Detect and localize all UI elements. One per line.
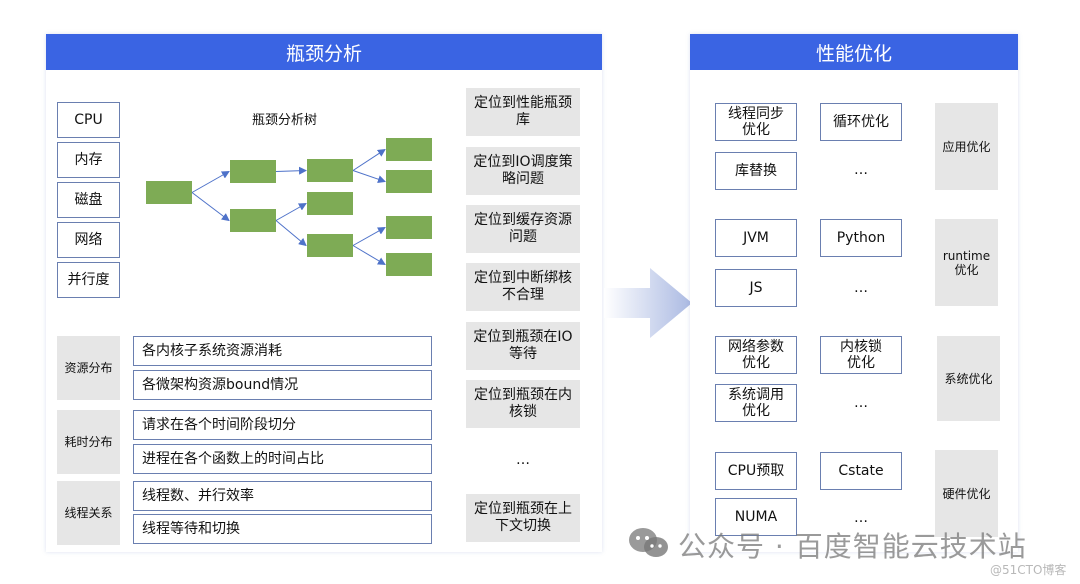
- opt-item: Python: [820, 219, 902, 257]
- tree-title: 瓶颈分析树: [252, 113, 318, 128]
- resource-network: 网络: [57, 222, 120, 258]
- locate-item: 定位到性能瓶颈库: [466, 88, 580, 136]
- watermark-text: 公众号 · 百度智能云技术站: [678, 530, 1027, 563]
- group-label-time: 耗时分布: [57, 410, 120, 474]
- group-item: 各微架构资源bound情况: [133, 370, 432, 400]
- group-item: 各内核子系统资源消耗: [133, 336, 432, 366]
- group-item: 请求在各个时间阶段切分: [133, 410, 432, 440]
- group-item: 线程等待和切换: [133, 514, 432, 544]
- tree-node-l1-top: [230, 160, 276, 183]
- locate-item: 定位到缓存资源问题: [466, 205, 580, 253]
- opt-item: 循环优化: [820, 103, 902, 141]
- opt-item: 系统调用优化: [715, 384, 797, 422]
- locate-item: 定位到中断绑核不合理: [466, 263, 580, 311]
- bottleneck-tree: [146, 138, 432, 276]
- bottleneck-analysis-title: 瓶颈分析: [46, 34, 602, 70]
- locate-item: 定位到瓶颈在上下文切换: [466, 494, 580, 542]
- tree-node-l2-a: [307, 159, 353, 182]
- tree-edge: [352, 245, 386, 266]
- tree-edge: [191, 171, 230, 193]
- locate-ellipsis: …: [516, 452, 530, 468]
- tree-edge: [191, 192, 230, 222]
- section-label-system: 系统优化: [937, 336, 1000, 421]
- group-label-thread: 线程关系: [57, 481, 120, 545]
- opt-ellipsis: …: [854, 395, 868, 411]
- section-label-app: 应用优化: [935, 103, 998, 190]
- opt-ellipsis: …: [854, 280, 868, 296]
- group-item: 线程数、并行效率: [133, 481, 432, 511]
- locate-item: 定位到IO调度策略问题: [466, 147, 580, 195]
- wechat-icon: [629, 528, 668, 557]
- tree-node-l3-c2: [386, 253, 432, 276]
- group-item: 进程在各个函数上的时间占比: [133, 444, 432, 474]
- opt-item: CPU预取: [715, 452, 797, 490]
- performance-optimization-title: 性能优化: [690, 34, 1018, 70]
- tree-node-root: [146, 181, 192, 204]
- opt-item: 网络参数优化: [715, 336, 797, 374]
- opt-item: JVM: [715, 219, 797, 257]
- tree-node-l2-c: [307, 234, 353, 257]
- tree-edge: [352, 227, 386, 246]
- opt-item: Cstate: [820, 452, 902, 490]
- locate-item: 定位到瓶颈在IO等待: [466, 322, 580, 370]
- tree-node-l3-a2: [386, 170, 432, 193]
- tree-node-l3-c1: [386, 216, 432, 239]
- opt-item: 库替换: [715, 152, 797, 190]
- section-label-runtime: runtime优化: [935, 219, 998, 306]
- opt-ellipsis: …: [854, 162, 868, 178]
- resource-cpu: CPU: [57, 102, 120, 138]
- right-arrow-icon: [604, 268, 692, 338]
- tree-node-l3-a1: [386, 138, 432, 161]
- watermark-credit: @51CTO博客: [990, 563, 1067, 577]
- locate-item: 定位到瓶颈在内核锁: [466, 380, 580, 428]
- tree-edge: [275, 220, 307, 247]
- opt-item: 线程同步优化: [715, 103, 797, 141]
- resource-memory: 内存: [57, 142, 120, 178]
- resource-disk: 磁盘: [57, 182, 120, 218]
- tree-node-l2-b: [307, 192, 353, 215]
- opt-item: JS: [715, 269, 797, 307]
- group-label-resource: 资源分布: [57, 336, 120, 400]
- opt-item: 内核锁优化: [820, 336, 902, 374]
- resource-parallelism: 并行度: [57, 262, 120, 298]
- tree-edge: [275, 166, 307, 175]
- section-label-hardware: 硬件优化: [935, 450, 998, 537]
- tree-edge: [352, 148, 386, 171]
- tree-edge: [275, 203, 307, 221]
- tree-node-l1-bottom: [230, 209, 276, 232]
- tree-edge: [352, 170, 386, 184]
